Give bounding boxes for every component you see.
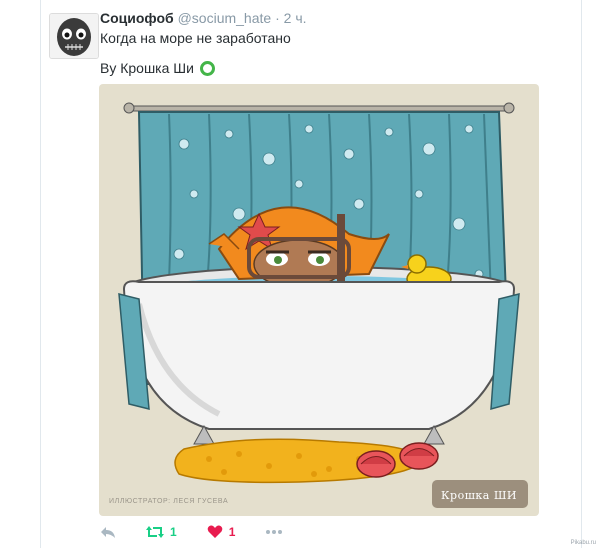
more-dots-icon bbox=[266, 530, 283, 534]
author-handle[interactable]: @socium_hate bbox=[178, 10, 272, 26]
heart-icon bbox=[207, 525, 222, 538]
tweet-timestamp[interactable]: 2 ч. bbox=[284, 10, 307, 26]
via-source[interactable]: By Крошка Ши bbox=[100, 60, 215, 76]
left-border bbox=[40, 0, 41, 548]
source-ring-icon bbox=[199, 60, 215, 76]
skull-avatar-icon bbox=[50, 14, 98, 58]
tweet-text: Когда на море не заработано bbox=[100, 30, 291, 46]
more-button[interactable] bbox=[265, 529, 283, 535]
like-count: 1 bbox=[228, 525, 236, 539]
site-watermark: Pikabu.ru bbox=[570, 540, 596, 546]
retweet-button[interactable]: 1 bbox=[146, 525, 177, 539]
retweet-icon bbox=[146, 526, 164, 538]
avatar[interactable] bbox=[49, 13, 99, 59]
separator-dot: · bbox=[275, 10, 280, 26]
retweet-count: 1 bbox=[170, 525, 177, 539]
tweet-image[interactable]: ИЛЛЮСТРАТОР: ЛЕСЯ ГУСЕВА Крошка ШИ bbox=[99, 84, 539, 516]
right-border bbox=[581, 0, 582, 548]
reply-button[interactable] bbox=[100, 525, 116, 539]
author-name[interactable]: Социофоб bbox=[100, 10, 174, 26]
tweet-actions: 1 1 bbox=[100, 525, 313, 539]
reply-icon bbox=[101, 527, 115, 538]
like-button[interactable]: 1 bbox=[207, 525, 236, 539]
artist-badge: Крошка ШИ bbox=[441, 489, 517, 502]
bathtub-illustration bbox=[118, 102, 528, 508]
tweet-header: Социофоб @socium_hate · 2 ч. bbox=[100, 10, 307, 26]
via-label: By Крошка Ши bbox=[100, 60, 194, 76]
illustrator-credit: ИЛЛЮСТРАТОР: ЛЕСЯ ГУСЕВА bbox=[109, 498, 229, 505]
